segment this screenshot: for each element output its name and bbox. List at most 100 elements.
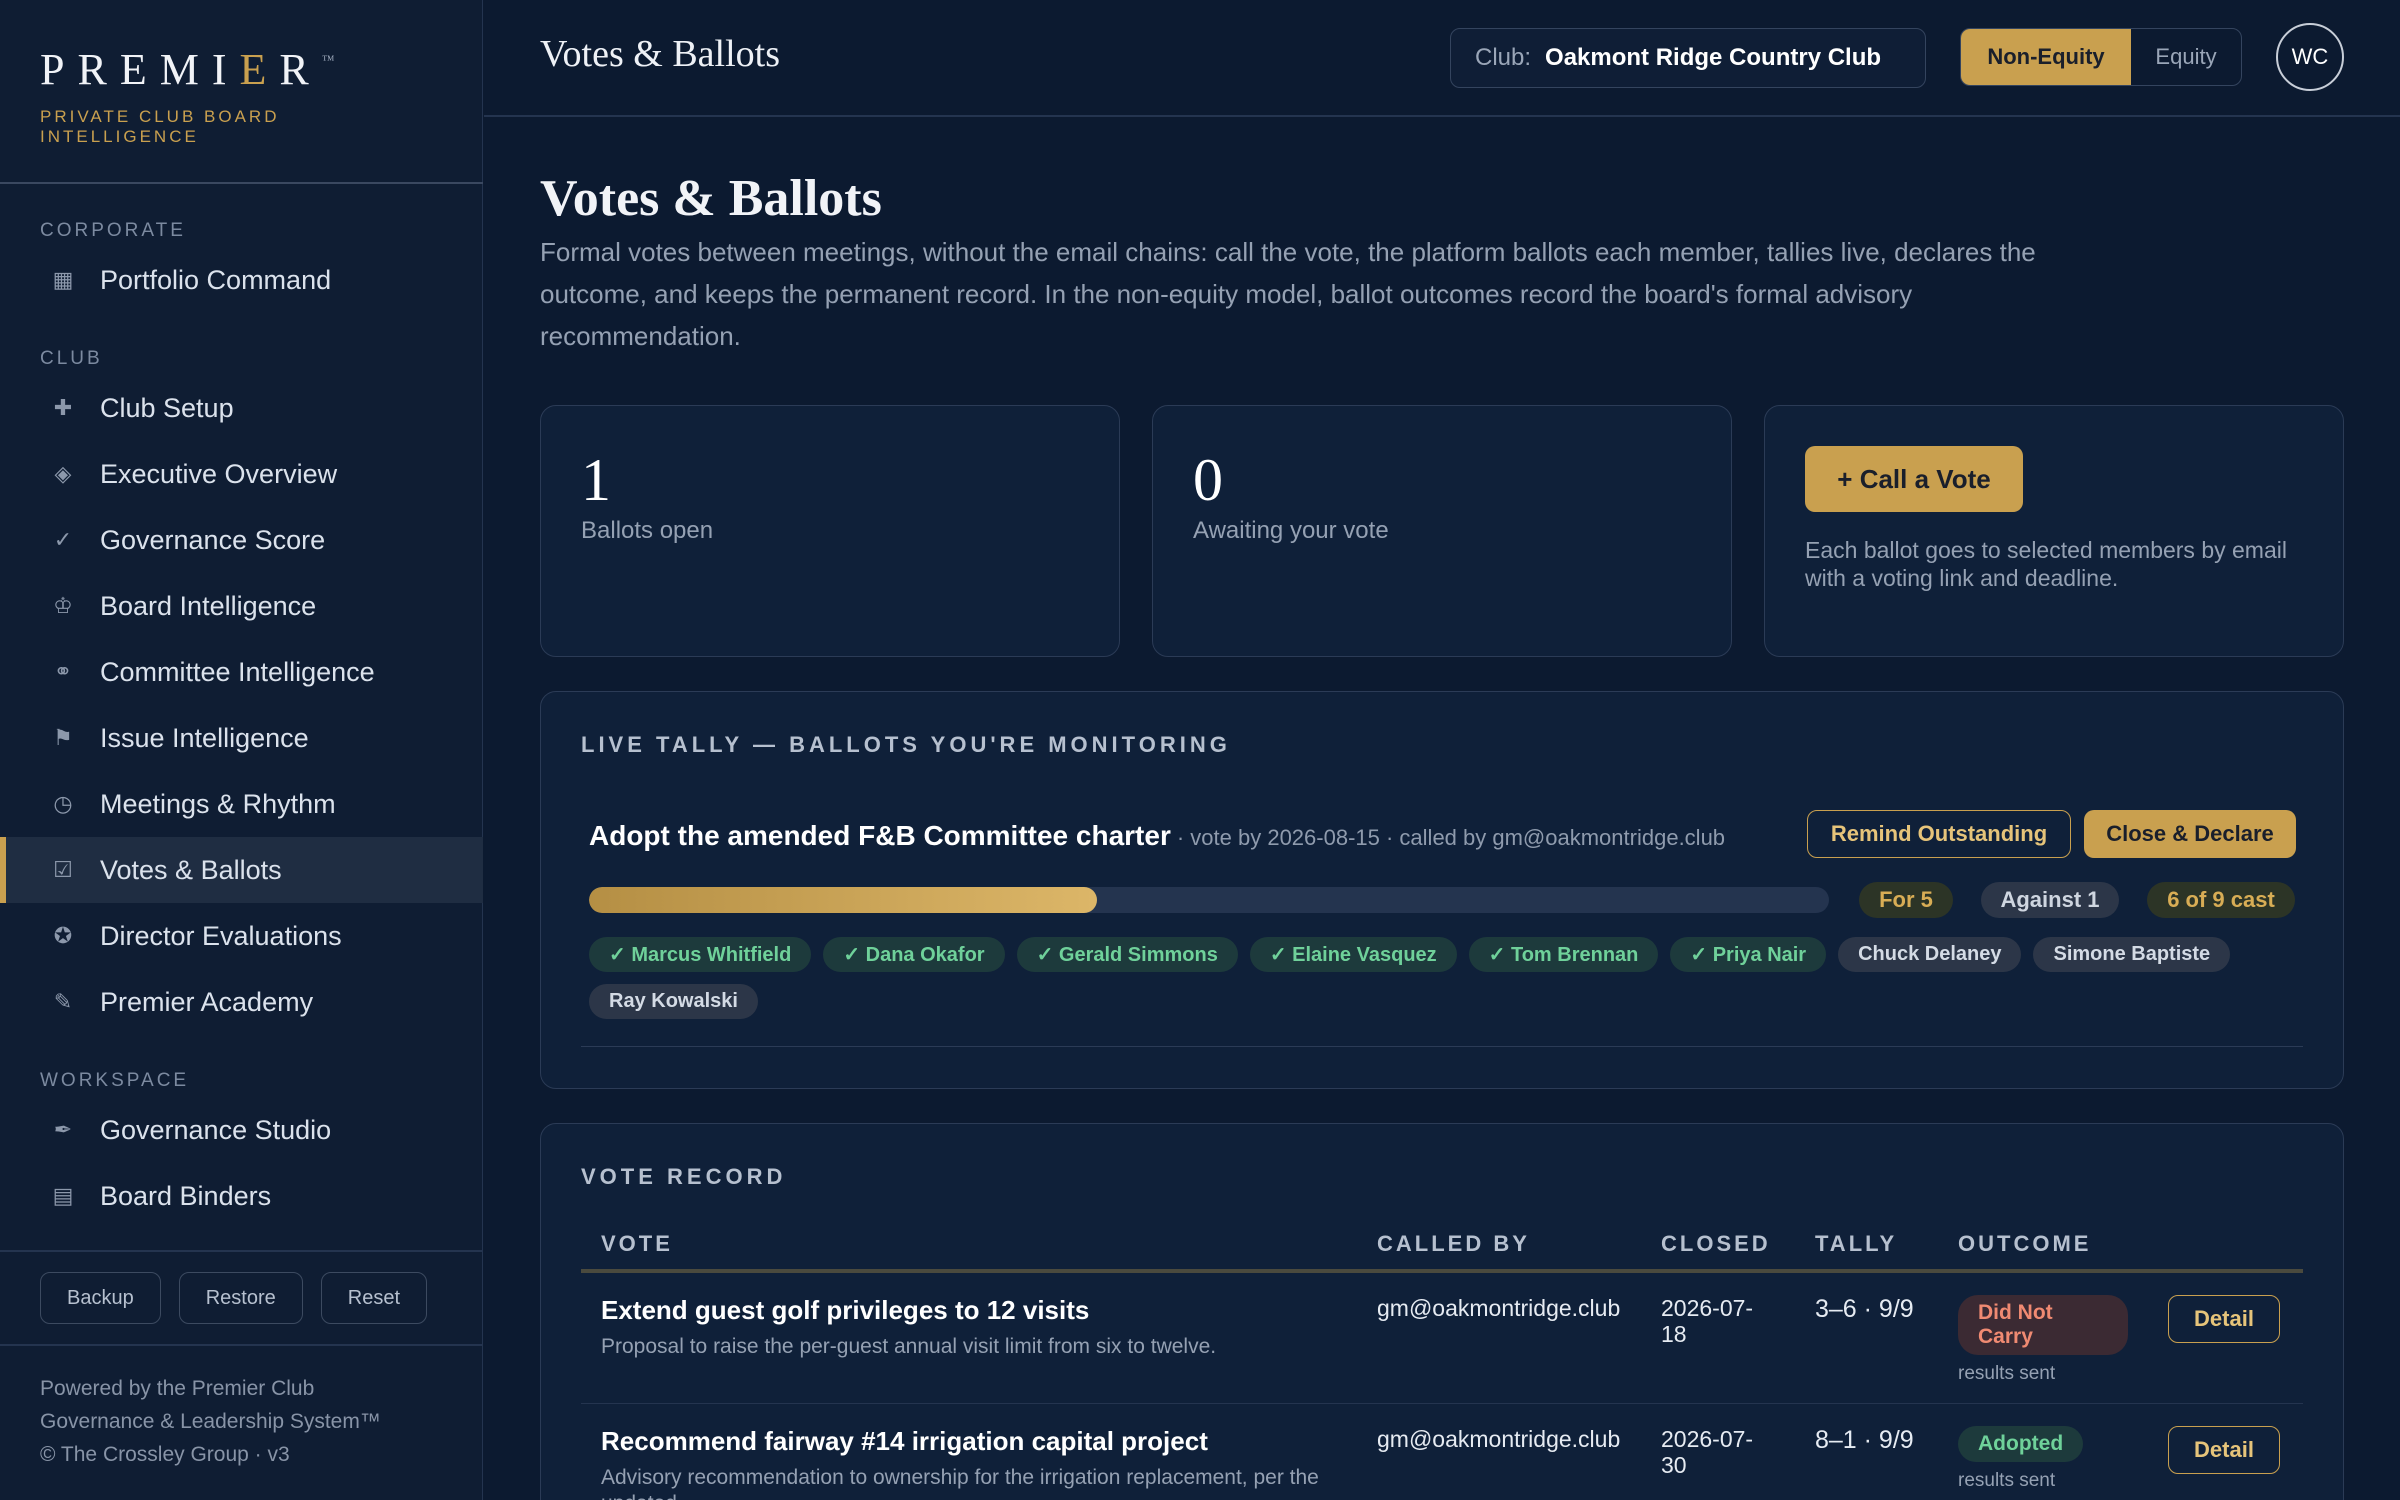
footer-line: Powered by the Premier Club xyxy=(40,1377,315,1400)
model-toggle: Non-Equity Equity xyxy=(1960,28,2242,86)
call-vote-card: + Call a Vote Each ballot goes to select… xyxy=(1764,405,2344,657)
club-selector[interactable]: Club: Oakmont Ridge Country Club xyxy=(1450,28,1926,88)
club-label: Club: xyxy=(1475,44,1532,71)
topbar: Votes & Ballots Club: Oakmont Ridge Coun… xyxy=(484,0,2400,117)
sidebar-item-governance-studio[interactable]: ✒ Governance Studio xyxy=(0,1097,483,1163)
sidebar-item-label: Governance Score xyxy=(100,524,326,555)
diamond-icon: ◈ xyxy=(54,461,72,486)
sidebar-item-label: Governance Studio xyxy=(100,1114,332,1145)
member-chip: Ray Kowalski xyxy=(589,984,758,1019)
table-row: Recommend fairway #14 irrigation capital… xyxy=(581,1403,2303,1500)
vote-name: Extend guest golf privileges to 12 visit… xyxy=(601,1295,1090,1325)
sidebar-item-label: Meetings & Rhythm xyxy=(100,788,336,819)
backup-button[interactable]: Backup xyxy=(40,1272,161,1324)
tally-progress-fill xyxy=(589,887,1098,913)
outcome-cell: Adopted results sent xyxy=(1938,1403,2148,1500)
restore-button[interactable]: Restore xyxy=(178,1272,303,1324)
column-header: VOTE xyxy=(581,1219,1357,1273)
outcome-badge: Did Not Carry xyxy=(1958,1295,2128,1355)
cast-count-badge: 6 of 9 cast xyxy=(2147,882,2295,918)
footer-line: Governance & Leadership System™ xyxy=(40,1410,381,1433)
toggle-non-equity[interactable]: Non-Equity xyxy=(1961,29,2131,85)
remind-outstanding-button[interactable]: Remind Outstanding xyxy=(1807,810,2071,858)
sidebar-item-board-intelligence[interactable]: ♔ Board Intelligence xyxy=(0,573,483,639)
column-header: CALLED BY xyxy=(1357,1219,1641,1273)
club-value: Oakmont Ridge Country Club xyxy=(1545,44,1882,71)
sidebar-item-club-setup[interactable]: ✚ Club Setup xyxy=(0,375,483,441)
toggle-equity[interactable]: Equity xyxy=(2131,29,2241,85)
closed-cell: 2026-07-30 xyxy=(1641,1403,1795,1500)
closed-cell: 2026-07-18 xyxy=(1641,1271,1795,1404)
against-count-badge: Against 1 xyxy=(1981,882,2119,918)
brand-subtitle: PRIVATE CLUB BOARD INTELLIGENCE xyxy=(40,107,280,146)
column-header: TALLY xyxy=(1795,1219,1938,1273)
sidebar-item-issue-intelligence[interactable]: ⚑ Issue Intelligence xyxy=(0,705,483,771)
sidebar: PREMIER™ PRIVATE CLUB BOARD INTELLIGENCE… xyxy=(0,0,483,1500)
binder-icon: ▤ xyxy=(52,1183,74,1208)
close-declare-button[interactable]: Close & Declare xyxy=(2084,810,2296,858)
sidebar-item-label: Premier Academy xyxy=(100,986,314,1017)
sidebar-item-meetings-rhythm[interactable]: ◷ Meetings & Rhythm xyxy=(0,771,483,837)
avatar[interactable]: WC xyxy=(2276,23,2344,91)
tally-cell: 8–1 · 9/9 xyxy=(1795,1403,1938,1500)
live-tally-card: LIVE TALLY — BALLOTS YOU'RE MONITORING A… xyxy=(540,691,2344,1089)
outcome-note: results sent xyxy=(1958,1470,2056,1491)
member-chip: Chuck Delaney xyxy=(1838,937,2022,972)
divider xyxy=(581,1046,2303,1047)
brand-name: PREMIER™ xyxy=(40,45,335,94)
sidebar-item-label: Board Binders xyxy=(100,1180,272,1211)
outcome-cell: Did Not Carry results sent xyxy=(1938,1271,2148,1404)
page-title: Votes & Ballots xyxy=(540,170,882,227)
pencil-icon: ✎ xyxy=(53,989,73,1014)
call-vote-button[interactable]: + Call a Vote xyxy=(1805,446,2023,512)
data-actions: Backup Restore Reset xyxy=(0,1252,483,1346)
check-icon: ✓ xyxy=(53,527,73,552)
sidebar-item-label: Committee Intelligence xyxy=(100,656,375,687)
plus-icon: ✚ xyxy=(53,395,73,420)
ballot-box-icon: ☑ xyxy=(53,857,73,882)
divider xyxy=(0,182,483,184)
table-header-row: VOTE CALLED BY CLOSED TALLY OUTCOME xyxy=(581,1219,2303,1273)
nav-section-corporate: CORPORATE xyxy=(40,220,186,241)
sidebar-item-executive-overview[interactable]: ◈ Executive Overview xyxy=(0,441,483,507)
crown-icon: ♔ xyxy=(53,593,73,618)
outcome-badge: Adopted xyxy=(1958,1426,2084,1462)
link-icon: ⚭ xyxy=(53,659,73,684)
sidebar-item-governance-score[interactable]: ✓ Governance Score xyxy=(0,507,483,573)
section-heading: VOTE RECORD xyxy=(581,1164,787,1189)
sidebar-item-label: Club Setup xyxy=(100,392,234,423)
sidebar-item-committee-intelligence[interactable]: ⚭ Committee Intelligence xyxy=(0,639,483,705)
ballot-title-text: Adopt the amended F&B Committee charter xyxy=(589,820,1171,851)
closed-date: 2026-07-30 xyxy=(1661,1426,1754,1478)
topbar-title: Votes & Ballots xyxy=(540,33,780,75)
vote-cell: Recommend fairway #14 irrigation capital… xyxy=(581,1403,1357,1500)
detail-button[interactable]: Detail xyxy=(2168,1295,2280,1343)
action-cell: Detail xyxy=(2148,1271,2303,1404)
sidebar-item-label: Director Evaluations xyxy=(100,920,342,951)
call-vote-note: Each ballot goes to selected members by … xyxy=(1805,537,2287,591)
action-cell: Detail xyxy=(2148,1403,2303,1500)
member-chip: ✓ Marcus Whitfield xyxy=(589,937,812,972)
star-badge-icon: ✪ xyxy=(53,923,73,948)
sidebar-item-label: Votes & Ballots xyxy=(100,854,282,885)
sidebar-item-director-evaluations[interactable]: ✪ Director Evaluations xyxy=(0,903,483,969)
sidebar-item-premier-academy[interactable]: ✎ Premier Academy xyxy=(0,969,483,1035)
brand-logo: PREMIER™ PRIVATE CLUB BOARD INTELLIGENCE xyxy=(40,44,340,147)
sidebar-item-label: Board Intelligence xyxy=(100,590,317,621)
member-chip: ✓ Priya Nair xyxy=(1670,937,1827,972)
footer-text: Powered by the Premier Club Governance &… xyxy=(0,1346,440,1471)
detail-button[interactable]: Detail xyxy=(2168,1426,2280,1474)
sidebar-item-portfolio-command[interactable]: ▦ Portfolio Command xyxy=(0,247,483,313)
vote-description: Proposal to raise the per-guest annual v… xyxy=(601,1335,1217,1358)
vote-description: Advisory recommendation to ownership for… xyxy=(601,1466,1319,1500)
sidebar-footer: Backup Restore Reset Powered by the Prem… xyxy=(0,1250,483,1471)
member-chip: ✓ Gerald Simmons xyxy=(1016,937,1238,972)
sidebar-item-votes-ballots[interactable]: ☑ Votes & Ballots xyxy=(0,837,483,903)
called-by-cell: gm@oakmontridge.club xyxy=(1357,1403,1641,1500)
sidebar-item-board-binders[interactable]: ▤ Board Binders xyxy=(0,1163,483,1229)
reset-button[interactable]: Reset xyxy=(320,1272,427,1324)
sidebar-item-label: Issue Intelligence xyxy=(100,722,309,753)
sidebar-nav: CORPORATE ▦ Portfolio Command CLUB ✚ Club … xyxy=(0,215,483,1229)
member-chip: ✓ Tom Brennan xyxy=(1468,937,1659,972)
member-chips: ✓ Marcus Whitfield ✓ Dana Okafor ✓ Geral… xyxy=(589,937,2309,1019)
